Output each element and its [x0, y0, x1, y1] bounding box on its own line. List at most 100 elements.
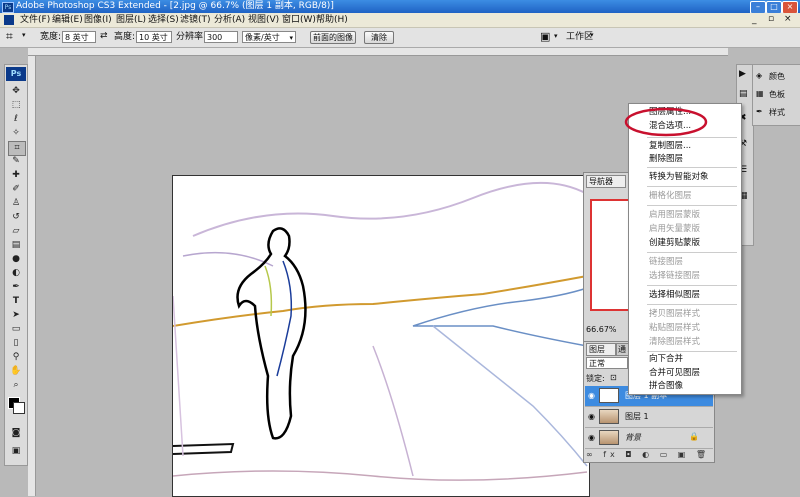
toolbox: Ps ✥ ⬚ ℓ ✧ ⌗ ✎ ✚ ✐ ♙ ↺ ▱ ▤ ● ◐ ✒ T ➤ ▭ ▯… — [4, 64, 28, 466]
panel-icon[interactable]: ▶ — [739, 69, 746, 79]
path-selection-tool-icon[interactable]: ➤ — [8, 309, 24, 322]
screen-mode-icon[interactable]: ▣ — [8, 445, 24, 458]
clone-stamp-tool-icon[interactable]: ♙ — [8, 197, 24, 210]
tool-switch-icon[interactable]: ▣ — [540, 30, 550, 43]
menu-view[interactable]: 视图(V) — [248, 14, 279, 26]
menu-separator — [647, 304, 737, 305]
healing-brush-tool-icon[interactable]: ✚ — [8, 169, 24, 182]
crop-tool-icon[interactable]: ⌗ — [8, 141, 26, 156]
eye-icon[interactable]: ◉ — [588, 391, 595, 400]
swatches-icon[interactable]: ▦ — [756, 89, 764, 98]
lasso-tool-icon[interactable]: ℓ — [8, 113, 24, 126]
chevron-down-icon: ▾ — [289, 34, 293, 42]
quick-mask-icon[interactable]: ◙ — [8, 427, 24, 440]
menu-item-flatten-image[interactable]: 拼合图像 — [649, 381, 683, 391]
blur-tool-icon[interactable]: ● — [8, 253, 24, 266]
highlight-circle — [624, 107, 708, 137]
zoom-value[interactable]: 66.67% — [586, 325, 617, 334]
resolution-unit-select[interactable]: 像素/英寸 ▾ — [242, 31, 296, 43]
document-canvas[interactable] — [172, 175, 590, 497]
pen-tool-icon[interactable]: ✒ — [8, 281, 24, 294]
menu-item-delete-layer[interactable]: 删除图层 — [649, 154, 683, 164]
menu-item-paste-layer-style: 粘贴图层样式 — [649, 323, 701, 333]
layer-row[interactable]: ◉ 背景 🔒 — [585, 428, 713, 449]
navigator-tab[interactable]: 导航器 — [586, 175, 626, 188]
menu-separator — [647, 167, 737, 168]
swatches-label[interactable]: 色板 — [769, 89, 785, 100]
menu-item-enable-layer-mask: 启用图层蒙版 — [649, 210, 701, 220]
layers-tab[interactable]: 图层 — [586, 343, 616, 356]
menu-item-duplicate-layer[interactable]: 复制图层... — [649, 141, 691, 151]
menu-file[interactable]: 文件(F) — [20, 14, 50, 26]
resolution-label: 分辨率: — [176, 32, 207, 42]
color-icon[interactable]: ◈ — [756, 71, 762, 80]
menu-item-merge-down[interactable]: 向下合并 — [649, 354, 683, 364]
eye-icon[interactable]: ◉ — [588, 433, 595, 442]
front-image-button[interactable]: 前面的图像 — [310, 31, 356, 44]
menu-help[interactable]: 帮助(H) — [316, 14, 348, 26]
brush-tool-icon[interactable]: ✐ — [8, 183, 24, 196]
width-label: 宽度: — [40, 32, 62, 42]
app-menu-icon[interactable] — [4, 15, 14, 25]
doc-minimize-icon[interactable]: _ — [752, 15, 757, 25]
resolution-field[interactable]: 300 — [204, 31, 238, 43]
zoom-tool-icon[interactable]: ⌕ — [8, 379, 24, 392]
magic-wand-tool-icon[interactable]: ✧ — [8, 127, 24, 140]
chevron-down-icon[interactable]: ▾ — [554, 32, 558, 40]
palette-dock: ◈ 颜色 ▦ 色板 ✒ 样式 — [752, 64, 800, 126]
layer-name[interactable]: 背景 — [625, 432, 641, 443]
crop-tool-icon[interactable]: ⌗ — [6, 29, 13, 44]
menu-window[interactable]: 窗口(W) — [282, 14, 316, 26]
history-brush-tool-icon[interactable]: ↺ — [8, 211, 24, 224]
shape-tool-icon[interactable]: ▭ — [8, 323, 24, 336]
blend-mode-select[interactable]: 正常 — [586, 357, 628, 369]
doc-restore-icon[interactable]: ▫ — [768, 14, 774, 24]
height-field[interactable]: 10 英寸 — [136, 31, 172, 43]
styles-label[interactable]: 样式 — [769, 107, 785, 118]
menu-item-link-layers: 链接图层 — [649, 257, 684, 267]
doc-close-icon[interactable]: × — [784, 14, 792, 24]
lock-icon[interactable]: ⊡ — [610, 373, 617, 382]
eye-icon[interactable]: ◉ — [588, 412, 595, 421]
menu-layer[interactable]: 图层(L) — [116, 14, 146, 26]
layer-name[interactable]: 图层 1 — [625, 411, 649, 422]
menu-separator — [647, 252, 737, 253]
swap-icon[interactable]: ⇄ — [100, 31, 108, 41]
styles-icon[interactable]: ✒ — [756, 107, 763, 116]
menu-analysis[interactable]: 分析(A) — [214, 14, 245, 26]
background-color-swatch[interactable] — [13, 402, 25, 414]
move-tool-icon[interactable]: ✥ — [8, 85, 24, 98]
menu-filter[interactable]: 滤镜(T) — [180, 14, 211, 26]
workspace-button[interactable]: 工作区 — [566, 30, 593, 44]
layer-context-menu: 图层属性... 混合选项... 复制图层... 删除图层 转换为智能对象 栅格化… — [628, 103, 742, 395]
menu-select[interactable]: 选择(S) — [148, 14, 179, 26]
dodge-tool-icon[interactable]: ◐ — [8, 267, 24, 280]
menu-image[interactable]: 图像(I) — [84, 14, 112, 26]
width-field[interactable]: 8 英寸 — [62, 31, 96, 43]
notes-tool-icon[interactable]: ▯ — [8, 337, 24, 350]
menu-edit[interactable]: 编辑(E) — [52, 14, 83, 26]
layers-footer-icons[interactable]: ∞ fx ◘ ◐ ▭ ▣ 🗑 — [586, 450, 712, 460]
clear-button[interactable]: 清除 — [364, 31, 394, 44]
menu-item-merge-visible[interactable]: 合并可见图层 — [649, 368, 700, 378]
menu-item-convert-smart-object[interactable]: 转换为智能对象 — [649, 172, 709, 182]
eraser-tool-icon[interactable]: ▱ — [8, 225, 24, 238]
layer-row[interactable]: ◉ 图层 1 — [585, 407, 713, 428]
horizontal-ruler — [28, 48, 728, 56]
workspace-chevron-icon[interactable]: ▾ — [590, 31, 594, 39]
menu-item-enable-vector-mask: 启用矢量蒙版 — [649, 224, 701, 234]
title-bar: Ps Adobe Photoshop CS3 Extended - [2.jpg… — [0, 0, 800, 14]
vertical-ruler — [28, 56, 36, 496]
type-tool-icon[interactable]: T — [8, 295, 24, 308]
color-label[interactable]: 颜色 — [769, 71, 785, 82]
panel-icon[interactable]: ▤ — [739, 89, 748, 99]
eyedropper-tool-icon[interactable]: ✎ — [8, 155, 24, 168]
menu-separator — [647, 285, 737, 286]
marquee-tool-icon[interactable]: ⬚ — [8, 99, 24, 112]
menu-item-select-similar-layers[interactable]: 选择相似图层 — [649, 290, 700, 300]
hand-tool-icon[interactable]: ✋ — [8, 365, 24, 378]
eyedropper-sample-tool-icon[interactable]: ⚲ — [8, 351, 24, 364]
gradient-tool-icon[interactable]: ▤ — [8, 239, 24, 252]
menu-item-create-clipping-mask[interactable]: 创建剪贴蒙版 — [649, 238, 700, 248]
tool-preset-dropdown-icon[interactable]: ▾ — [22, 31, 26, 39]
